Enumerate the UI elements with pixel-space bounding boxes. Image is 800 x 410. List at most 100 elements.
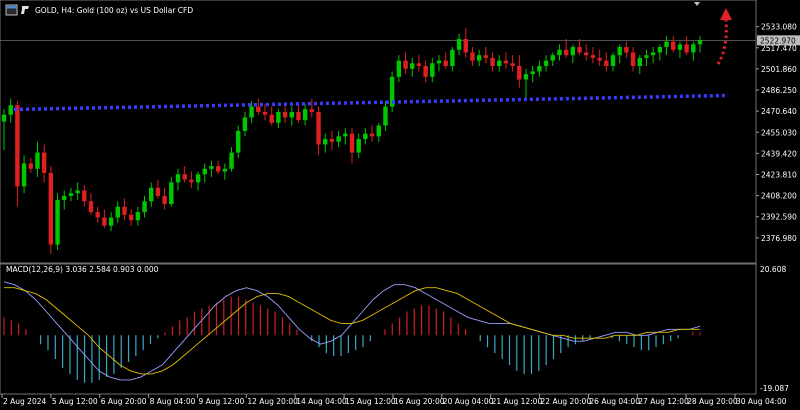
time-label: 8 Aug 04:00 [150,397,196,406]
time-label: 16 Aug 20:00 [394,397,445,406]
candle-body [356,139,361,153]
candle-body [28,163,33,169]
time-label: 21 Aug 12:00 [492,397,543,406]
candle-body [697,40,703,45]
candle-body [108,217,114,226]
candle-body [149,187,154,202]
arrow-shaft [716,19,728,65]
candle-body [162,195,167,204]
candle-body [15,105,20,187]
candle-body [202,168,207,175]
price-axis: 2533.0802517.4702501.8602486.2502470.640… [756,23,797,243]
candle-body [657,47,663,53]
candle-body [483,55,489,58]
candle-body [443,60,448,66]
candle-body [671,41,676,50]
candle-body [249,106,254,118]
candle-body [503,60,509,64]
candle-body [450,49,455,66]
candle-body [530,71,535,75]
candle-body [21,163,27,187]
candle-body [276,112,281,123]
candle-body [376,125,381,137]
candle-body [349,133,355,153]
candle-body [470,52,475,61]
price-label: 2408.200 [761,192,797,201]
candle-body [403,60,408,69]
candle-body [537,66,542,72]
candle-body [577,47,582,53]
candles-group [1,28,703,255]
candle-body [369,133,375,137]
candle-body [630,52,636,66]
candle-body [289,112,294,118]
candle-body [115,206,120,218]
candle-body [416,63,422,66]
candle-body [691,44,696,53]
candle-body [209,166,214,169]
candle-body [597,57,602,61]
candle-body [55,199,60,245]
price-label: 2486.250 [761,86,797,95]
candle-body [476,55,482,61]
candle-body [122,206,127,215]
candle-body [195,174,201,183]
time-label: 6 Aug 20:00 [101,397,147,406]
candle-body [584,52,589,56]
candle-body [644,55,649,58]
price-label: 2439.420 [761,149,797,158]
price-label: 2501.860 [761,65,797,74]
candle-body [664,41,669,48]
candle-body [650,52,656,56]
candle-body [323,139,328,145]
candle-body [570,47,576,56]
candle-body [463,38,468,53]
signal-line [4,287,700,375]
candle-body [563,49,569,56]
macd-panel-frame [0,263,757,395]
candle-body [677,44,683,50]
time-axis: 2 Aug 2024 5 Aug 12:00 6 Aug 20:00 8 Aug 04… [1,394,787,406]
candle-body [128,214,134,221]
candle-body [343,133,348,137]
candle-body [436,60,442,64]
candle-body [423,66,428,77]
current-price-tag: 2522.970 [757,35,800,46]
candle-body [329,139,335,142]
support-line[interactable] [13,93,729,112]
bullish-arrow[interactable] [716,8,732,65]
candle-body [8,105,13,115]
candle-body [296,112,301,121]
chart-shift-marker[interactable] [694,2,700,6]
candle-body [316,112,321,145]
current-price-label: 2522.970 [760,36,796,45]
candle-body [383,106,388,126]
candle-body [550,55,555,61]
candle-body [363,133,368,140]
candle-body [309,109,315,112]
time-label: 15 Aug 12:00 [345,397,396,406]
price-label: 2423.810 [761,170,797,179]
candle-body [41,152,47,173]
macd-histogram [3,296,701,383]
candle-body [302,109,308,121]
candle-body [229,152,234,169]
macd-label: MACD(12,26,9) 3.036 2.584 0.903 0.000 [6,265,159,274]
window-icon-bar [7,6,16,9]
time-label: 20 Aug 04:00 [443,397,494,406]
candle-body [1,114,7,122]
candle-body [497,60,502,66]
time-label: 2 Aug 2024 [3,397,46,406]
candle-body [62,195,67,200]
candle-body [410,63,415,69]
candle-body [510,63,515,66]
macd-axis-bottom: -19.087 [760,384,789,393]
candle-body [169,182,174,204]
candle-body [396,60,402,77]
candle-body [242,117,248,131]
time-label: 28 Aug 20:00 [687,397,738,406]
symbol-info: GOLD, H4: Gold (100 oz) vs US Dollar CFD [35,6,193,15]
candle-body [269,114,274,123]
candle-body [637,57,642,66]
candle-body [175,174,181,183]
